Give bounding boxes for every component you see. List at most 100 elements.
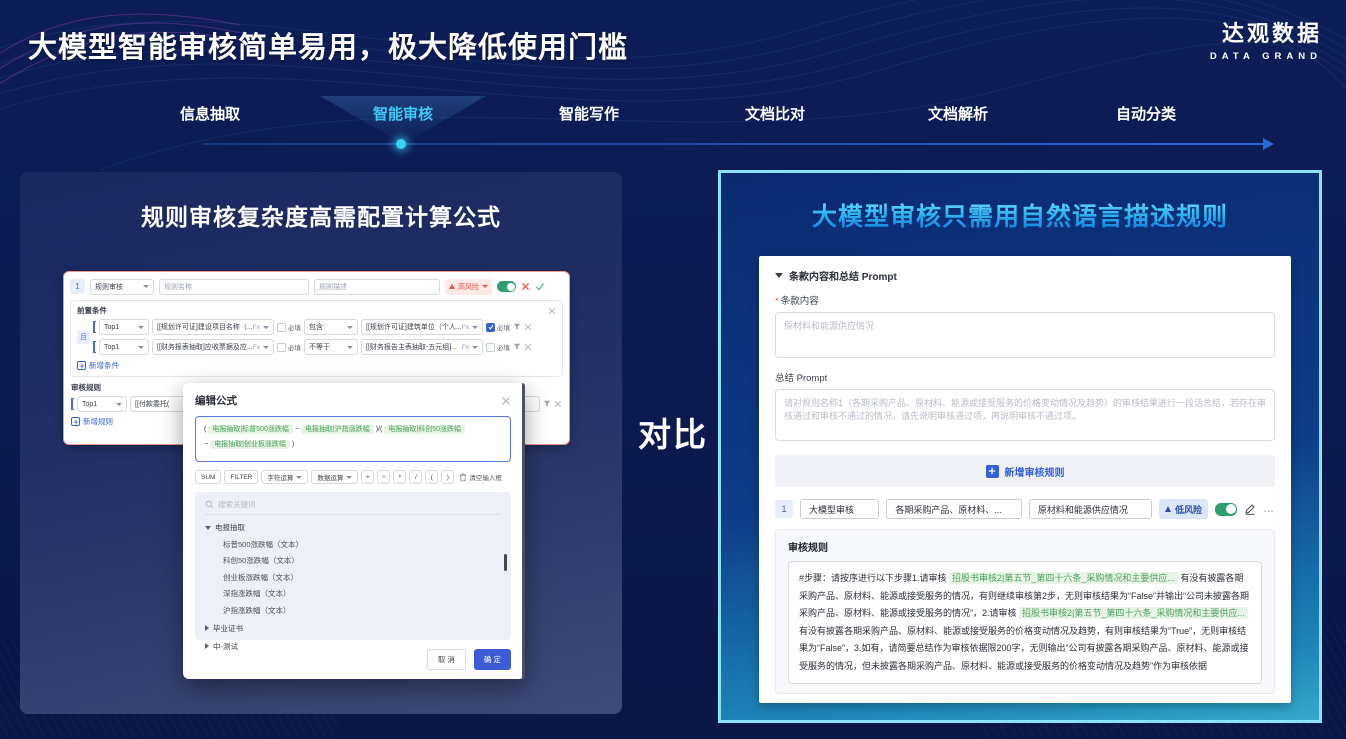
add-condition-button[interactable]: 新增条件	[77, 360, 119, 371]
prompt-section-header[interactable]: 条款内容和总结 Prompt	[775, 268, 1275, 283]
required-checkbox[interactable]: 必填	[486, 342, 510, 352]
fx-function-icon[interactable]: Fx	[462, 324, 478, 331]
field-reference-chip[interactable]: 招股书审核2|第五节_第四十六条_采购情况和主要供应...	[949, 572, 1178, 584]
risk-level-badge[interactable]: 低风险	[1159, 499, 1208, 519]
filter-icon[interactable]	[513, 343, 521, 351]
field-reference-chip[interactable]: 招股书审核2|第五节_第四十六条_采购情况和主要供应...	[1019, 607, 1248, 619]
multiply-op-button[interactable]: *	[393, 470, 406, 484]
filter-icon[interactable]	[543, 400, 551, 408]
tab-smart-review[interactable]: 智能审核	[373, 103, 433, 124]
field-select-right[interactable]: [[规划许可证]建筑单位（个人... Fx	[361, 319, 483, 335]
required-star: *	[775, 296, 779, 307]
clause-content-label: *条款内容	[775, 293, 1275, 307]
llm-rule-row: 1 大模型审核 各期采购产品、原材料、... 原材料和能源供应情况 低风险 …	[775, 499, 1275, 519]
string-ops-dropdown[interactable]: 字符运算	[261, 470, 308, 484]
required-checkbox[interactable]: 必填	[277, 342, 301, 352]
risk-level-select[interactable]: 高风险	[445, 279, 492, 295]
checkbox-checked-icon[interactable]	[486, 323, 495, 332]
operator-select[interactable]: 包含	[304, 319, 358, 335]
formula-token[interactable]: 电报抽取|标普500涨跌幅	[208, 425, 293, 434]
data-ops-dropdown[interactable]: 数据运算	[311, 470, 358, 484]
rule-desc-input[interactable]: 规则描述	[314, 279, 440, 295]
review-rule-text[interactable]: #步骤：请按序进行以下步骤1.请审核 招股书审核2|第五节_第四十六条_采购情况…	[788, 561, 1262, 684]
tab-info-extraction[interactable]: 信息抽取	[180, 103, 240, 124]
field-select-left[interactable]: [[规划许可证]建设项目名称（... Fx	[152, 319, 274, 335]
summary-prompt-textarea[interactable]	[775, 389, 1275, 441]
more-actions-icon[interactable]: …	[1263, 503, 1275, 515]
add-rule-button[interactable]: 新增规则	[71, 416, 113, 427]
tree-group-telegraph[interactable]: 电报抽取	[205, 522, 501, 533]
tree-item[interactable]: 深指涨跌幅（文本）	[223, 588, 501, 599]
add-review-rule-button[interactable]: 新增审核规则	[775, 455, 1275, 487]
tree-group-test[interactable]: 中-测试	[205, 641, 501, 652]
tree-item[interactable]: 创业板涨跌幅（文本）	[223, 572, 501, 583]
chevron-down-icon	[346, 476, 352, 479]
checkbox-icon[interactable]	[486, 343, 495, 352]
close-modal-icon[interactable]	[501, 396, 511, 406]
search-field[interactable]: 搜索关键词	[205, 499, 501, 515]
required-checkbox-checked[interactable]: 必填	[486, 322, 510, 332]
scope-select[interactable]: Top1	[99, 319, 149, 335]
formula-token[interactable]: 电报抽取|科创50涨跌幅	[384, 425, 465, 434]
fx-function-icon[interactable]: Fx	[253, 324, 269, 331]
rule-type-field[interactable]: 大模型审核	[800, 499, 879, 519]
cancel-button[interactable]: 取 消	[427, 649, 466, 670]
tree-group-diploma[interactable]: 毕业证书	[205, 623, 501, 634]
checkbox-icon[interactable]	[277, 323, 286, 332]
tab-smart-writing[interactable]: 智能写作	[559, 103, 619, 124]
formula-token[interactable]: 电报抽取|沪指涨跌幅	[301, 425, 374, 434]
filter-icon[interactable]	[513, 323, 521, 331]
scope-select[interactable]: Top1	[77, 396, 127, 412]
tab-auto-classify[interactable]: 自动分类	[1116, 103, 1176, 124]
rule-name-input[interactable]: 规则名称	[159, 279, 309, 295]
plus-icon	[77, 361, 86, 370]
remove-condition-icon[interactable]	[524, 323, 532, 331]
modal-scrollbar[interactable]	[522, 383, 526, 679]
caret-right-icon	[205, 625, 209, 631]
formula-token[interactable]: 电报抽取|创业板涨跌幅	[210, 440, 290, 449]
review-rules-label: 审核规则	[788, 539, 1262, 554]
minus-op-button[interactable]: −	[377, 470, 390, 484]
delete-rule-icon[interactable]	[521, 282, 530, 291]
confirm-rule-icon[interactable]	[535, 282, 545, 291]
open-paren-button[interactable]: (	[425, 470, 438, 484]
remove-condition-icon[interactable]	[524, 343, 532, 351]
rule-type-select[interactable]: 规则审核	[90, 279, 154, 295]
clause-content-textarea[interactable]	[775, 312, 1275, 358]
tree-scrollbar-thumb[interactable]	[504, 554, 507, 571]
plus-op-button[interactable]: +	[361, 470, 374, 484]
chevron-down-icon	[116, 403, 122, 406]
checkbox-icon[interactable]	[277, 343, 286, 352]
rule-target-field[interactable]: 原材料和能源供应情况	[1029, 499, 1152, 519]
edit-pencil-icon[interactable]	[1244, 503, 1256, 515]
scope-select[interactable]: Top1	[99, 339, 149, 355]
clear-input-button[interactable]: 清空输入框	[459, 472, 502, 482]
rule-enabled-toggle[interactable]	[1215, 503, 1237, 516]
field-select-left[interactable]: [[财务报表抽取]应收票据及应... Fx	[152, 339, 274, 355]
rule-index-badge: 1	[70, 279, 85, 294]
plus-icon	[986, 465, 999, 478]
tree-item[interactable]: 沪指涨跌幅（文本）	[223, 605, 501, 616]
fx-function-icon[interactable]: Fx	[253, 344, 269, 351]
divide-op-button[interactable]: /	[409, 470, 422, 484]
tree-item[interactable]: 标普500涨跌幅（文本）	[223, 539, 501, 550]
tree-item[interactable]: 科创50涨跌幅（文本）	[223, 555, 501, 566]
close-paren-button[interactable]: )	[441, 470, 454, 484]
confirm-button[interactable]: 确 定	[474, 649, 511, 670]
tab-doc-compare[interactable]: 文档比对	[745, 103, 805, 124]
rule-clause-field[interactable]: 各期采购产品、原材料、...	[886, 499, 1021, 519]
required-checkbox[interactable]: 必填	[277, 322, 301, 332]
operator-select[interactable]: 不等于	[304, 339, 358, 355]
left-panel-title: 规则审核复杂度高需配置计算公式	[20, 198, 622, 232]
rule-enabled-toggle[interactable]	[497, 281, 516, 292]
right-panel: 大模型审核只需用自然语言描述规则 条款内容和总结 Prompt *条款内容 总结…	[718, 170, 1322, 723]
sum-button[interactable]: SUM	[195, 470, 221, 484]
remove-rule-icon[interactable]	[554, 400, 562, 408]
close-section-icon[interactable]	[548, 307, 556, 315]
brand-logo: 达观数据 DATA GRAND	[1210, 16, 1322, 62]
filter-button[interactable]: FILTER	[224, 470, 258, 484]
field-select-right[interactable]: [[财务报告主表抽取-五元组]... Fx	[361, 339, 483, 355]
fx-function-icon[interactable]: Fx	[462, 344, 478, 351]
tab-doc-parsing[interactable]: 文档解析	[928, 103, 988, 124]
formula-input[interactable]: (电报抽取|标普500涨跌幅−电报抽取|沪指涨跌幅)/(电报抽取|科创50涨跌幅…	[195, 416, 511, 462]
